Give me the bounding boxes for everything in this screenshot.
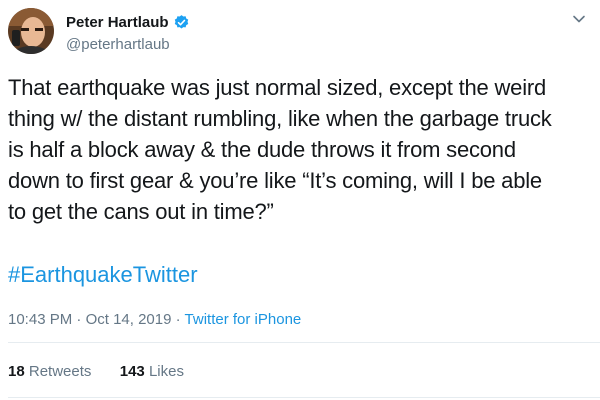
tweet-time[interactable]: 10:43 PM bbox=[8, 311, 72, 328]
tweet-source-link[interactable]: Twitter for iPhone bbox=[185, 311, 302, 328]
author-handle[interactable]: @peterhartlaub bbox=[66, 36, 170, 53]
avatar[interactable] bbox=[8, 8, 54, 54]
tweet-meta: 10:43 PM · Oct 14, 2019 · Twitter for iP… bbox=[8, 311, 301, 328]
tweet-date[interactable]: Oct 14, 2019 bbox=[86, 311, 172, 328]
meta-separator: · bbox=[72, 311, 86, 328]
likes-label: Likes bbox=[148, 363, 184, 380]
chevron-down-icon[interactable] bbox=[572, 12, 586, 26]
tweet-text-line: to get the cans out in time?” bbox=[8, 199, 274, 224]
tweet-text: That earthquake was just normal sized, e… bbox=[8, 72, 594, 227]
avatar-photo-icon bbox=[8, 8, 54, 54]
divider bbox=[8, 397, 600, 398]
tweet-text-line: That earthquake was just normal sized, e… bbox=[8, 75, 547, 100]
meta-separator: · bbox=[171, 311, 185, 328]
author-name-row[interactable]: Peter Hartlaub bbox=[66, 14, 190, 31]
tweet-text-line: is half a block away & the dude throws i… bbox=[8, 137, 516, 162]
verified-badge-icon bbox=[174, 15, 188, 29]
tweet-text-line: down to first gear & you’re like “It’s c… bbox=[8, 168, 542, 193]
retweets-stat[interactable]: 18 Retweets bbox=[8, 363, 91, 380]
tweet-text-line: thing w/ the distant rumbling, like when… bbox=[8, 106, 552, 131]
engagement-stats: 18 Retweets 143 Likes bbox=[8, 363, 184, 380]
likes-count: 143 bbox=[119, 363, 145, 380]
divider bbox=[8, 342, 600, 343]
likes-stat[interactable]: 143 Likes bbox=[120, 363, 184, 380]
retweets-label: Retweets bbox=[28, 363, 92, 380]
author-display-name[interactable]: Peter Hartlaub bbox=[66, 14, 169, 31]
hashtag-link[interactable]: #EarthquakeTwitter bbox=[8, 262, 198, 288]
retweets-count: 18 bbox=[8, 363, 25, 380]
